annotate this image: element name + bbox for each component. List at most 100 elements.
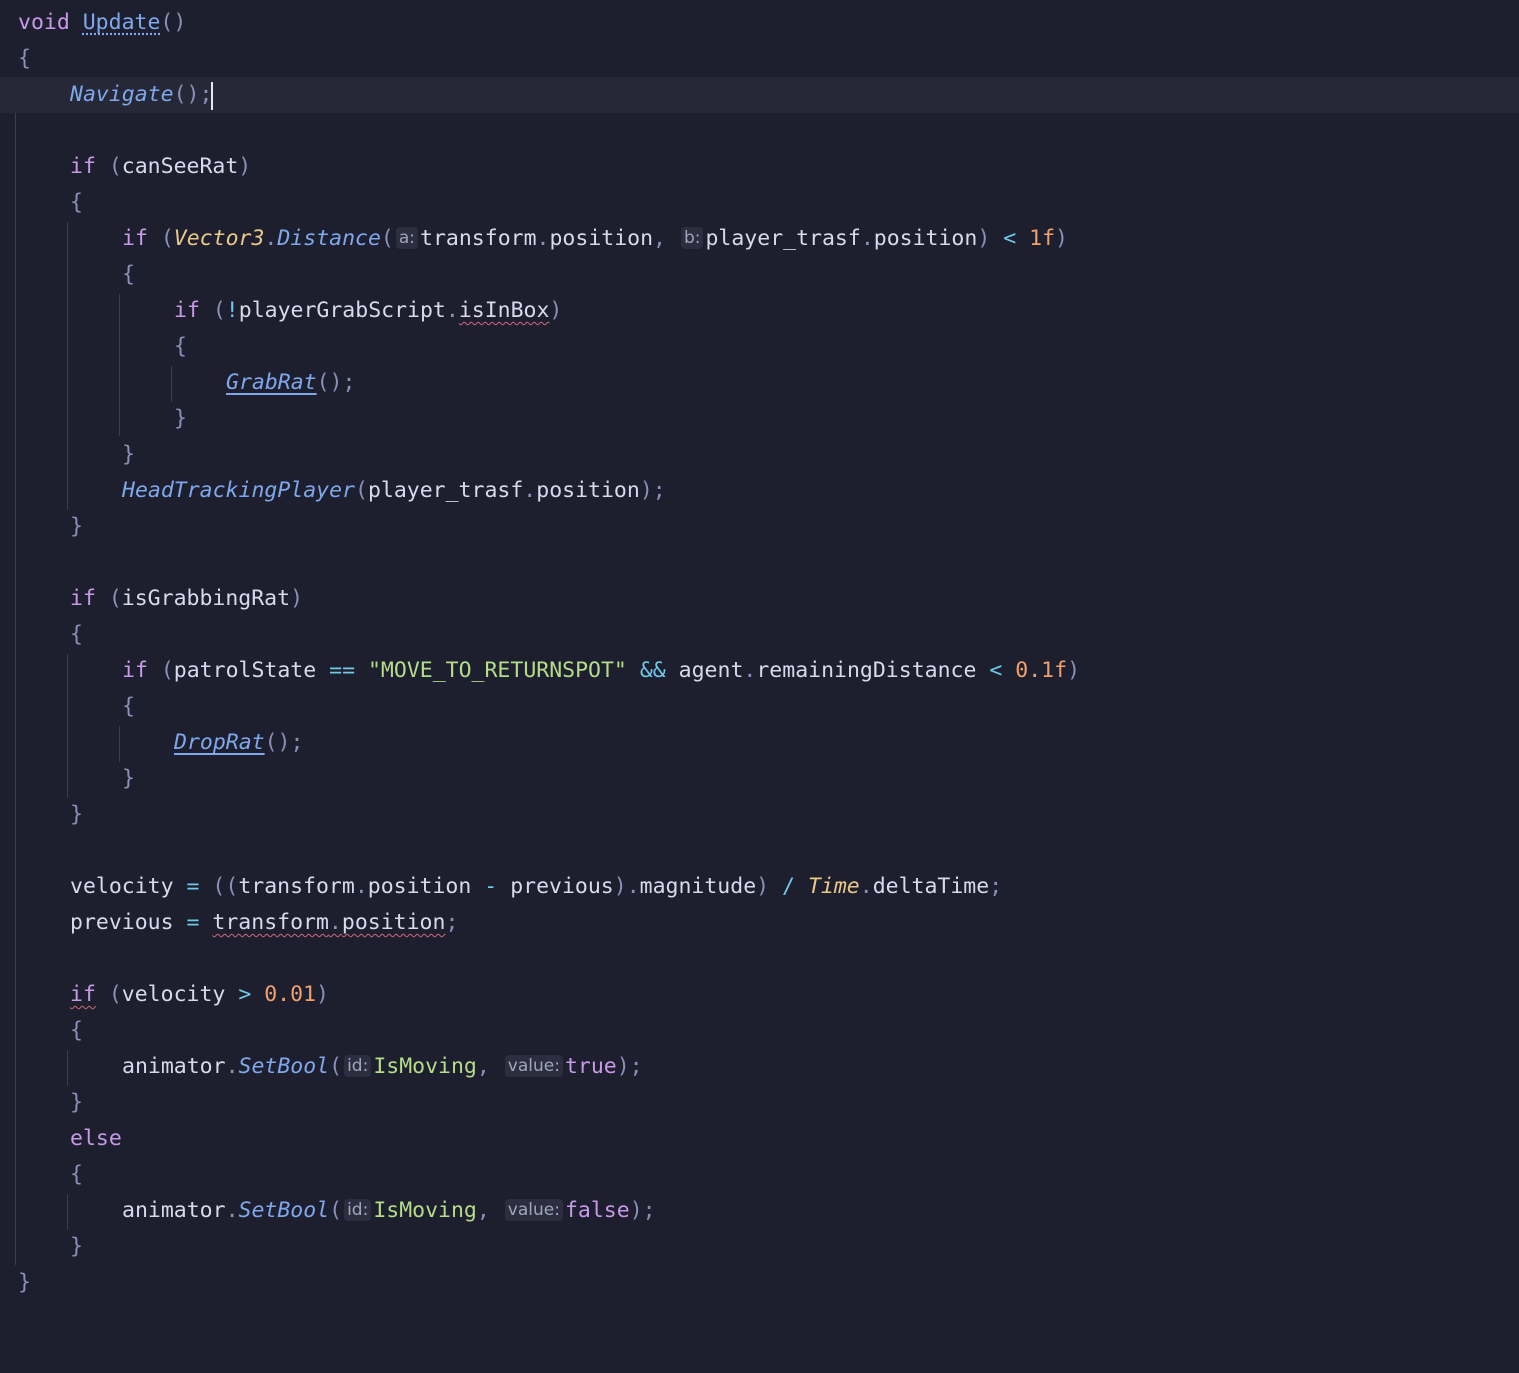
code-line[interactable]: } [0, 401, 1519, 437]
open-brace: { [174, 334, 187, 359]
identifier[interactable]: velocity [70, 874, 174, 899]
code-line[interactable]: { [0, 689, 1519, 725]
code-line[interactable]: } [0, 1229, 1519, 1265]
identifier[interactable]: agent [679, 658, 744, 683]
code-line[interactable]: DropRat(); [0, 725, 1519, 761]
keyword: if [122, 658, 148, 683]
punctuation: () [160, 10, 187, 35]
punctuation: (); [173, 82, 213, 107]
type-name[interactable]: Vector3 [174, 226, 265, 251]
code-line[interactable]: } [0, 437, 1519, 473]
code-line[interactable]: } [0, 1265, 1519, 1301]
open-brace: { [70, 190, 83, 215]
close-brace: } [174, 406, 187, 431]
identifier[interactable]: player_trasf [705, 226, 860, 251]
keyword: true [564, 1054, 617, 1079]
identifier[interactable]: velocity [122, 982, 226, 1007]
code-line[interactable]: if (isGrabbingRat) [0, 581, 1519, 617]
method-call[interactable]: DropRat [174, 730, 265, 755]
code-line[interactable]: } [0, 797, 1519, 833]
code-line[interactable]: else [0, 1121, 1519, 1157]
code-line[interactable]: } [0, 1085, 1519, 1121]
code-line[interactable]: if (canSeeRat) [0, 149, 1519, 185]
identifier[interactable]: position [874, 226, 978, 251]
type-name[interactable]: Time [808, 874, 860, 899]
code-line[interactable]: animator.SetBool(id: IsMoving, value: true… [0, 1049, 1519, 1085]
code-line[interactable]: { [0, 1157, 1519, 1193]
parameter-hint: value: [504, 1055, 563, 1077]
identifier[interactable]: remainingDistance [756, 658, 976, 683]
method-name[interactable]: Update [83, 10, 161, 35]
code-line[interactable]: previous = transform.position; [0, 905, 1519, 941]
identifier[interactable]: animator [122, 1054, 226, 1079]
method-call[interactable]: SetBool [239, 1198, 330, 1223]
close-brace: } [70, 1234, 83, 1259]
code-line[interactable]: { [0, 185, 1519, 221]
keyword: false [564, 1198, 630, 1223]
close-brace: } [122, 766, 135, 791]
number-literal: 0.1f [1015, 658, 1068, 683]
code-line[interactable]: { [0, 41, 1519, 77]
number-literal: 0.01 [264, 982, 316, 1007]
identifier[interactable]: deltaTime [873, 874, 990, 899]
current-code-line[interactable]: Navigate(); [0, 77, 1519, 113]
expression-warning[interactable]: transform.position [212, 910, 445, 935]
code-line[interactable]: { [0, 329, 1519, 365]
code-line[interactable]: { [0, 257, 1519, 293]
identifier[interactable]: transform [238, 874, 355, 899]
method-call[interactable]: SetBool [239, 1054, 330, 1079]
identifier[interactable]: isGrabbingRat [122, 586, 290, 611]
keyword: else [70, 1126, 122, 1151]
method-call[interactable]: Distance [277, 226, 381, 251]
code-line[interactable]: { [0, 1013, 1519, 1049]
parameter-hint: value: [504, 1199, 563, 1221]
string-literal: "MOVE_TO_RETURNSPOT" [367, 658, 627, 683]
parameter-hint: id: [344, 1199, 372, 1221]
close-brace: } [70, 514, 83, 539]
keyword-warning[interactable]: if [70, 982, 96, 1007]
text-caret [211, 82, 213, 110]
parameter-hint: a: [395, 227, 419, 249]
identifier[interactable]: animator [122, 1198, 226, 1223]
code-line[interactable]: { [0, 617, 1519, 653]
code-line[interactable]: void Update() [0, 5, 1519, 41]
close-brace: } [122, 442, 135, 467]
code-line[interactable]: if (!playerGrabScript.isInBox) [0, 293, 1519, 329]
identifier[interactable]: transform [420, 226, 537, 251]
identifier[interactable]: patrolState [174, 658, 316, 683]
code-editor[interactable]: void Update() { Navigate(); if (canSeeRa… [0, 0, 1519, 1323]
code-line[interactable]: GrabRat(); [0, 365, 1519, 401]
identifier[interactable]: previous [70, 910, 174, 935]
close-brace: } [70, 1090, 83, 1115]
code-line[interactable]: } [0, 509, 1519, 545]
open-brace: { [122, 262, 135, 287]
identifier[interactable]: IsMoving [373, 1054, 477, 1079]
code-line[interactable]: if (velocity > 0.01) [0, 977, 1519, 1013]
code-line[interactable]: HeadTrackingPlayer(player_trasf.position… [0, 473, 1519, 509]
code-line[interactable]: animator.SetBool(id: IsMoving, value: fals… [0, 1193, 1519, 1229]
method-call[interactable]: GrabRat [226, 370, 317, 395]
code-line[interactable]: if (Vector3.Distance(a: transform.positio… [0, 221, 1519, 257]
code-line[interactable]: velocity = ((transform.position - previo… [0, 869, 1519, 905]
identifier[interactable]: position [549, 226, 653, 251]
identifier[interactable]: previous [510, 874, 614, 899]
identifier[interactable]: position [368, 874, 472, 899]
open-brace: { [18, 46, 31, 71]
identifier[interactable]: player_trasf [368, 478, 523, 503]
method-call[interactable]: Navigate [70, 82, 174, 107]
open-brace: { [70, 622, 83, 647]
method-call[interactable]: HeadTrackingPlayer [122, 478, 355, 503]
identifier[interactable]: IsMoving [373, 1198, 477, 1223]
code-line[interactable]: if (patrolState == "MOVE_TO_RETURNSPOT" … [0, 653, 1519, 689]
identifier[interactable]: magnitude [640, 874, 757, 899]
code-line[interactable]: } [0, 761, 1519, 797]
identifier[interactable]: canSeeRat [122, 154, 239, 179]
keyword: if [174, 298, 200, 323]
close-brace: } [18, 1270, 31, 1295]
identifier[interactable]: position [536, 478, 640, 503]
parameter-hint: id: [344, 1055, 372, 1077]
number-literal: 1f [1029, 226, 1056, 251]
identifier[interactable]: playerGrabScript [239, 298, 446, 323]
identifier-warning[interactable]: isInBox [459, 298, 550, 323]
keyword: if [70, 586, 96, 611]
